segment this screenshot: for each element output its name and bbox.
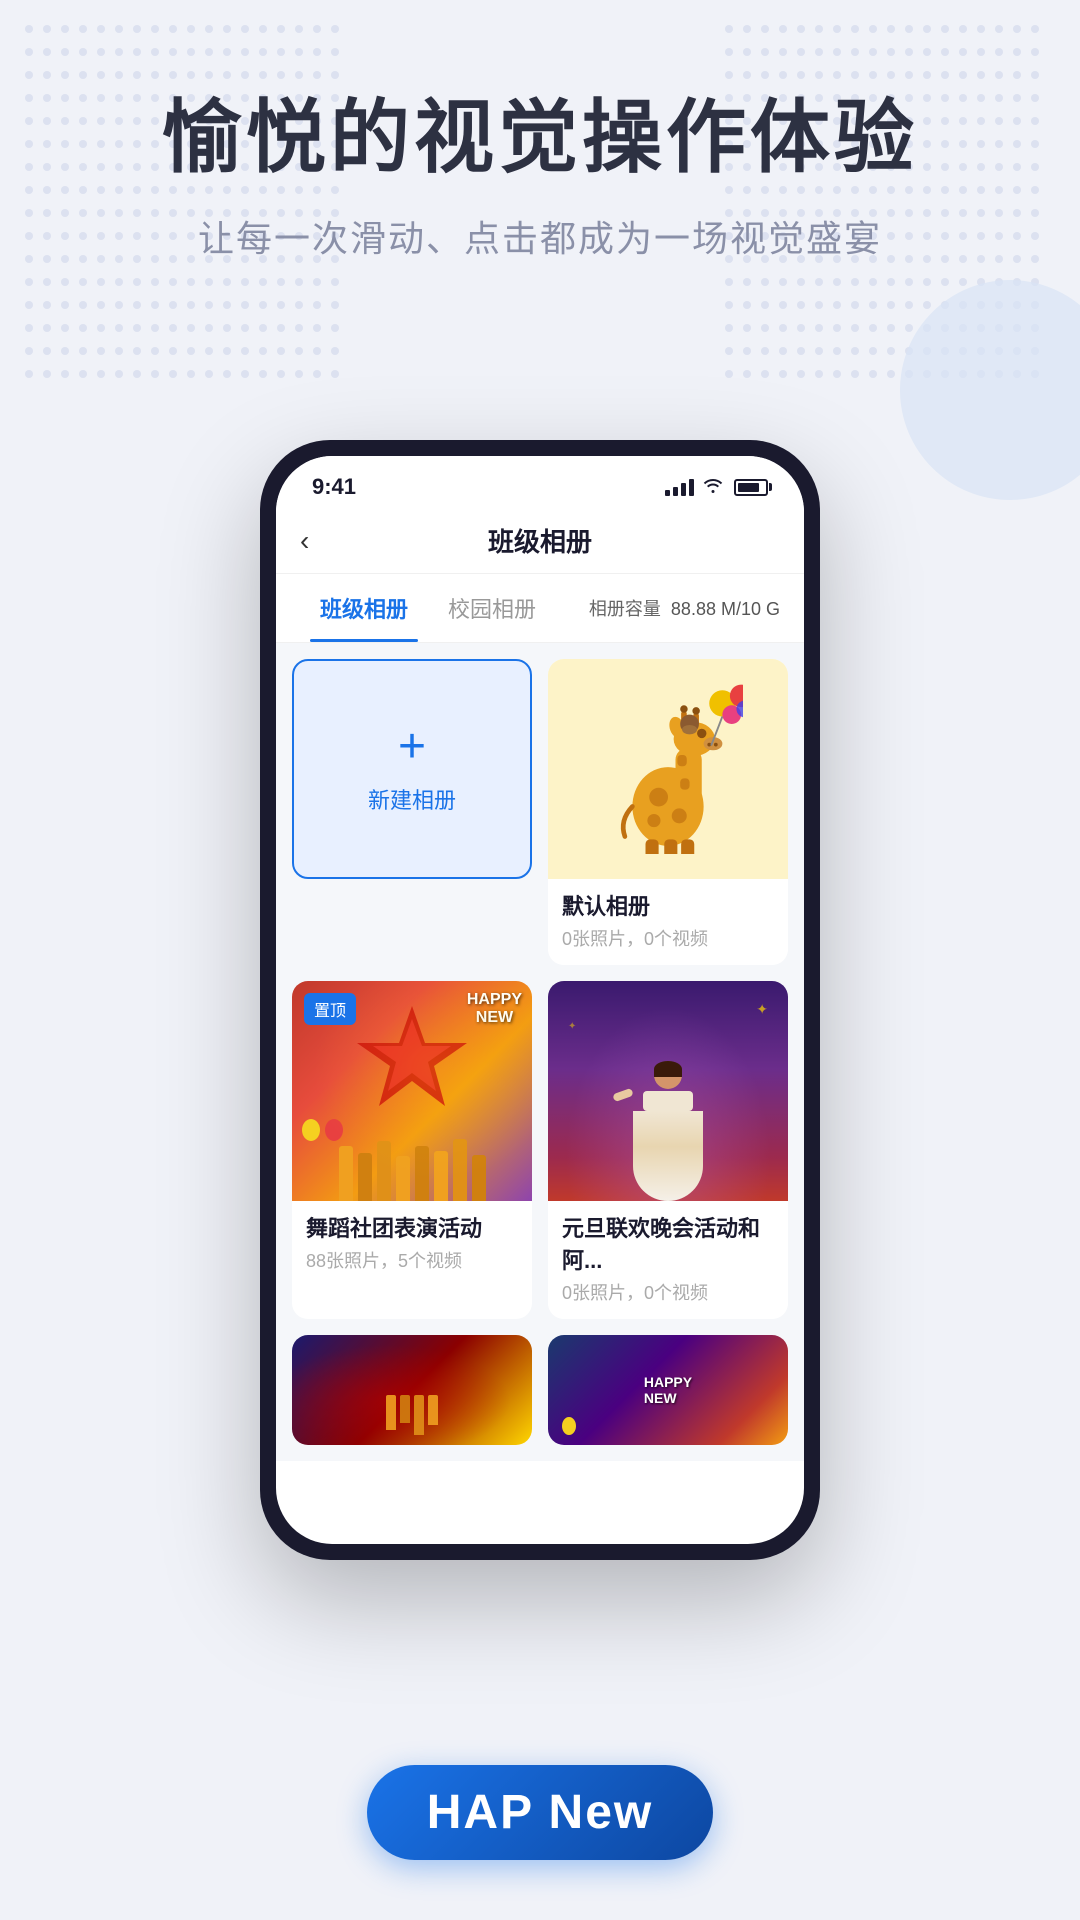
status-time: 9:41 xyxy=(312,474,356,500)
page-title: 班级相册 xyxy=(488,522,592,559)
album-name-dance: 舞蹈社团表演活动 xyxy=(306,1211,518,1243)
album-name-gala: 元旦联欢晚会活动和阿... xyxy=(562,1211,774,1275)
hero-section: 愉悦的视觉操作体验 让每一次滑动、点击都成为一场视觉盛宴 xyxy=(0,0,1080,262)
album-card-default[interactable]: 默认相册 0张照片，0个视频 xyxy=(548,659,788,965)
album-card-dance[interactable]: 置顶 xyxy=(292,981,532,1319)
hero-subtitle: 让每一次滑动、点击都成为一场视觉盛宴 xyxy=(60,210,1020,262)
hap-new-badge[interactable]: HAP New xyxy=(367,1765,714,1860)
new-album-label: 新建相册 xyxy=(368,783,456,815)
new-album-card[interactable]: + 新建相册 xyxy=(292,659,532,879)
album-grid: + 新建相册 xyxy=(276,643,804,1335)
singer-background: ✦ ✦ xyxy=(548,981,788,1201)
album-info-gala: 元旦联欢晚会活动和阿... 0张照片，0个视频 xyxy=(548,1201,788,1319)
tab-bar: 班级相册 校园相册 相册容量 88.88 M/10 G xyxy=(276,574,804,643)
phone-outer: 9:41 xyxy=(260,440,820,1560)
back-button[interactable]: ‹ xyxy=(300,525,309,557)
giraffe-illustration xyxy=(548,659,788,879)
phone-mockup: 9:41 xyxy=(260,440,820,1560)
status-icons xyxy=(665,476,768,499)
plus-icon: + xyxy=(398,723,426,771)
partial-bg-1 xyxy=(292,1335,532,1445)
album-info-default: 默认相册 0张照片，0个视频 xyxy=(548,879,788,965)
signal-icon xyxy=(665,479,694,496)
pin-badge: 置顶 xyxy=(304,993,356,1025)
battery-icon xyxy=(734,479,768,496)
phone-screen: 9:41 xyxy=(276,456,804,1544)
album-meta: 0张照片，0个视频 xyxy=(562,925,774,951)
tab-class-album[interactable]: 班级相册 xyxy=(300,574,428,642)
partial-card-2[interactable]: HAPPYNEW xyxy=(548,1335,788,1445)
album-name: 默认相册 xyxy=(562,889,774,921)
album-info-dance: 舞蹈社团表演活动 88张照片，5个视频 xyxy=(292,1201,532,1287)
album-meta-gala: 0张照片，0个视频 xyxy=(562,1279,774,1305)
wifi-icon xyxy=(702,476,724,499)
partial-album-row: HAPPYNEW xyxy=(276,1335,804,1461)
partial-bg-2: HAPPYNEW xyxy=(548,1335,788,1445)
hero-title: 愉悦的视觉操作体验 xyxy=(60,90,1020,186)
album-capacity: 相册容量 88.88 M/10 G xyxy=(589,595,780,621)
album-card-gala[interactable]: ✦ ✦ 元旦联欢晚会活动和阿... 0张照片，0个视频 xyxy=(548,981,788,1319)
tab-campus-album[interactable]: 校园相册 xyxy=(428,574,556,642)
status-bar: 9:41 xyxy=(276,456,804,508)
album-meta-dance: 88张照片，5个视频 xyxy=(306,1247,518,1273)
partial-card-1[interactable] xyxy=(292,1335,532,1445)
nav-bar: ‹ 班级相册 xyxy=(276,508,804,574)
bottom-area: HAP New xyxy=(0,1640,1080,1920)
